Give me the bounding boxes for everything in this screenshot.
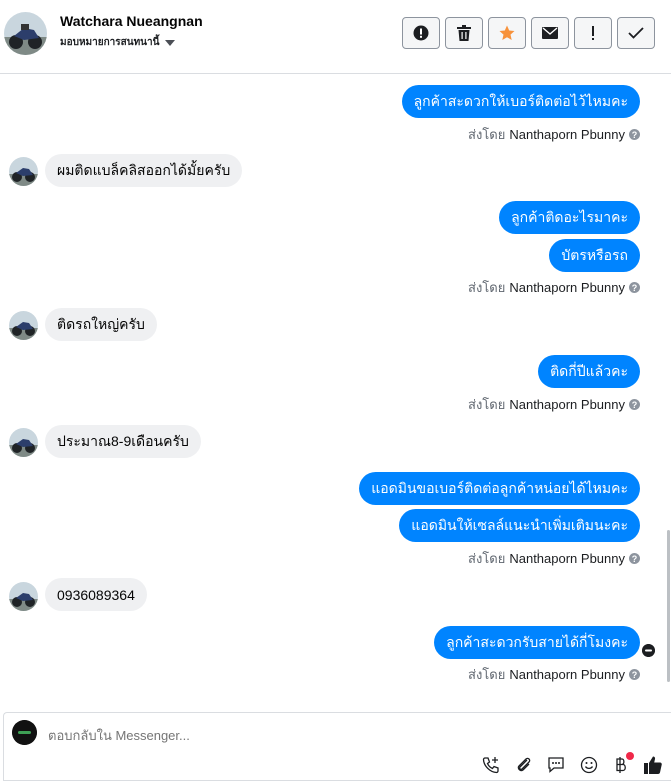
sent-by-label: ส่งโดย Nanthaporn Pbunny ? xyxy=(468,664,640,685)
chat-bubble-icon xyxy=(547,756,565,779)
message-bubble[interactable]: แอดมินขอเบอร์ติดต่อลูกค้าหน่อยได้ไหมคะ xyxy=(359,472,640,505)
delete-button[interactable] xyxy=(445,17,483,49)
envelope-icon xyxy=(542,27,558,39)
reply-input[interactable] xyxy=(48,728,608,743)
saved-replies-button[interactable] xyxy=(545,756,567,778)
message-bubble[interactable]: บัตรหรือรถ xyxy=(549,239,640,272)
sent-by-prefix: ส่งโดย xyxy=(468,397,506,412)
seen-avatar xyxy=(642,644,655,657)
mark-done-button[interactable] xyxy=(617,17,655,49)
conversation-toolbar xyxy=(402,17,655,49)
sent-by-label: ส่งโดย Nanthaporn Pbunny ? xyxy=(468,277,640,298)
reply-composer xyxy=(3,712,671,781)
help-icon[interactable]: ? xyxy=(629,553,640,564)
sent-by-label: ส่งโดย Nanthaporn Pbunny ? xyxy=(468,548,640,569)
thumbs-up-icon xyxy=(643,755,663,780)
contact-avatar-small[interactable] xyxy=(9,582,38,611)
like-button[interactable] xyxy=(642,756,664,778)
message-bubble[interactable]: 0936089364 xyxy=(45,578,147,611)
sent-by-prefix: ส่งโดย xyxy=(468,667,506,682)
smiley-icon xyxy=(580,756,598,779)
sent-by-label: ส่งโดย Nanthaporn Pbunny ? xyxy=(468,124,640,145)
message-bubble[interactable]: ติดรถใหญ่ครับ xyxy=(45,308,157,341)
assign-label: มอบหมายการสนทนานี้ xyxy=(60,37,160,48)
call-button[interactable] xyxy=(480,756,502,778)
message-bubble[interactable]: ประมาณ8-9เดือนครับ xyxy=(45,425,201,458)
star-button[interactable] xyxy=(488,17,526,49)
sent-by-prefix: ส่งโดย xyxy=(468,551,506,566)
contact-avatar-small[interactable] xyxy=(9,311,38,340)
attach-button[interactable] xyxy=(513,756,535,778)
sent-by-agent[interactable]: Nanthaporn Pbunny xyxy=(509,667,625,682)
alert-circle-icon xyxy=(413,25,429,41)
message-bubble[interactable]: ลูกค้าติดอะไรมาคะ xyxy=(499,201,640,234)
chevron-down-icon xyxy=(165,39,176,46)
assign-conversation-dropdown[interactable]: มอบหมายการสนทนานี้ xyxy=(60,35,176,50)
contact-avatar-small[interactable] xyxy=(9,428,38,457)
notification-dot xyxy=(626,752,634,760)
sent-by-agent[interactable]: Nanthaporn Pbunny xyxy=(509,551,625,566)
help-icon[interactable]: ? xyxy=(629,129,640,140)
message-bubble[interactable]: ลูกค้าสะดวกให้เบอร์ติดต่อไว้ไหมคะ xyxy=(401,85,640,118)
sent-by-agent[interactable]: Nanthaporn Pbunny xyxy=(509,127,625,142)
help-icon[interactable]: ? xyxy=(629,669,640,680)
star-icon xyxy=(499,25,515,41)
sent-by-label: ส่งโดย Nanthaporn Pbunny ? xyxy=(468,394,640,415)
message-bubble[interactable]: แอดมินให้เซลล์แนะนำเพิ่มเติมนะคะ xyxy=(399,509,640,542)
baht-icon xyxy=(614,756,628,779)
thread-scrollbar[interactable] xyxy=(667,530,670,682)
sent-by-prefix: ส่งโดย xyxy=(468,280,506,295)
sent-by-agent[interactable]: Nanthaporn Pbunny xyxy=(509,397,625,412)
message-bubble[interactable]: ติดกี่ปีแล้วคะ xyxy=(538,355,640,388)
emoji-button[interactable] xyxy=(578,756,600,778)
trash-icon xyxy=(457,25,471,41)
follow-up-button[interactable] xyxy=(574,17,612,49)
message-bubble[interactable]: ผมติดแบล็คลิสออกได้มั้ยครับ xyxy=(45,154,243,187)
mark-spam-button[interactable] xyxy=(402,17,440,49)
help-icon[interactable]: ? xyxy=(629,399,640,410)
conversation-header: Watchara Nueangnan มอบหมายการสนทนานี้ xyxy=(0,0,671,74)
paperclip-icon xyxy=(515,756,533,779)
sent-by-prefix: ส่งโดย xyxy=(468,127,506,142)
contact-avatar-small[interactable] xyxy=(9,157,38,186)
check-icon xyxy=(628,27,644,39)
mark-unread-button[interactable] xyxy=(531,17,569,49)
page-avatar xyxy=(12,720,37,745)
help-icon[interactable]: ? xyxy=(629,282,640,293)
phone-plus-icon xyxy=(482,756,500,779)
contact-avatar[interactable] xyxy=(4,12,47,55)
exclamation-icon xyxy=(591,25,595,41)
contact-name[interactable]: Watchara Nueangnan xyxy=(60,13,203,29)
message-bubble[interactable]: ลูกค้าสะดวกรับสายได้กี่โมงคะ xyxy=(434,626,640,659)
sent-by-agent[interactable]: Nanthaporn Pbunny xyxy=(509,280,625,295)
